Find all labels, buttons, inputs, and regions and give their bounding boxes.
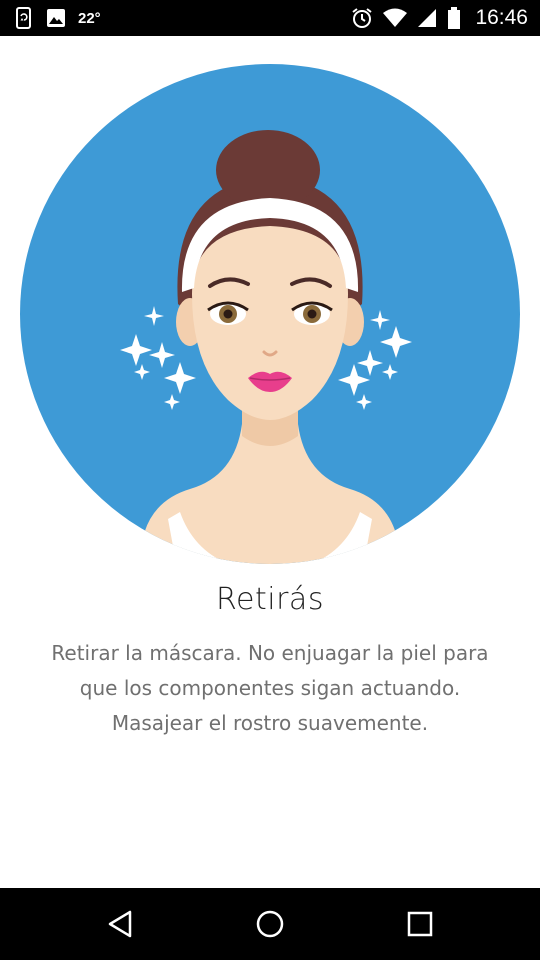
description-line: que los componentes sigan actuando. bbox=[79, 676, 461, 700]
signal-icon bbox=[417, 8, 437, 28]
image-icon bbox=[46, 8, 66, 28]
hair-bun bbox=[216, 130, 320, 210]
step-title: Retirás bbox=[216, 582, 324, 617]
recents-icon bbox=[407, 911, 433, 937]
description-line: Masajear el rostro suavemente. bbox=[111, 711, 429, 735]
back-icon bbox=[108, 910, 132, 938]
status-left: 22° bbox=[14, 0, 101, 36]
navigation-bar bbox=[0, 888, 540, 960]
home-icon bbox=[256, 910, 284, 938]
phone-sync-icon bbox=[14, 7, 34, 29]
alarm-icon bbox=[351, 7, 373, 29]
step-description: Retirar la máscara. No enjuagar la piel … bbox=[30, 636, 510, 741]
home-button[interactable] bbox=[246, 900, 294, 948]
status-right: 16:46 bbox=[351, 0, 528, 36]
status-bar: 22° 16:46 bbox=[0, 0, 540, 36]
battery-icon bbox=[447, 7, 461, 29]
clock-text: 16:46 bbox=[475, 6, 528, 29]
wifi-icon bbox=[383, 8, 408, 28]
main-content: Retirás Retirar la máscara. No enjuagar … bbox=[0, 36, 540, 888]
temperature-text: 22° bbox=[78, 9, 101, 27]
description-line: Retirar la máscara. No enjuagar la piel … bbox=[51, 641, 489, 665]
back-button[interactable] bbox=[96, 900, 144, 948]
recents-button[interactable] bbox=[396, 900, 444, 948]
woman-face-illustration bbox=[20, 64, 520, 564]
